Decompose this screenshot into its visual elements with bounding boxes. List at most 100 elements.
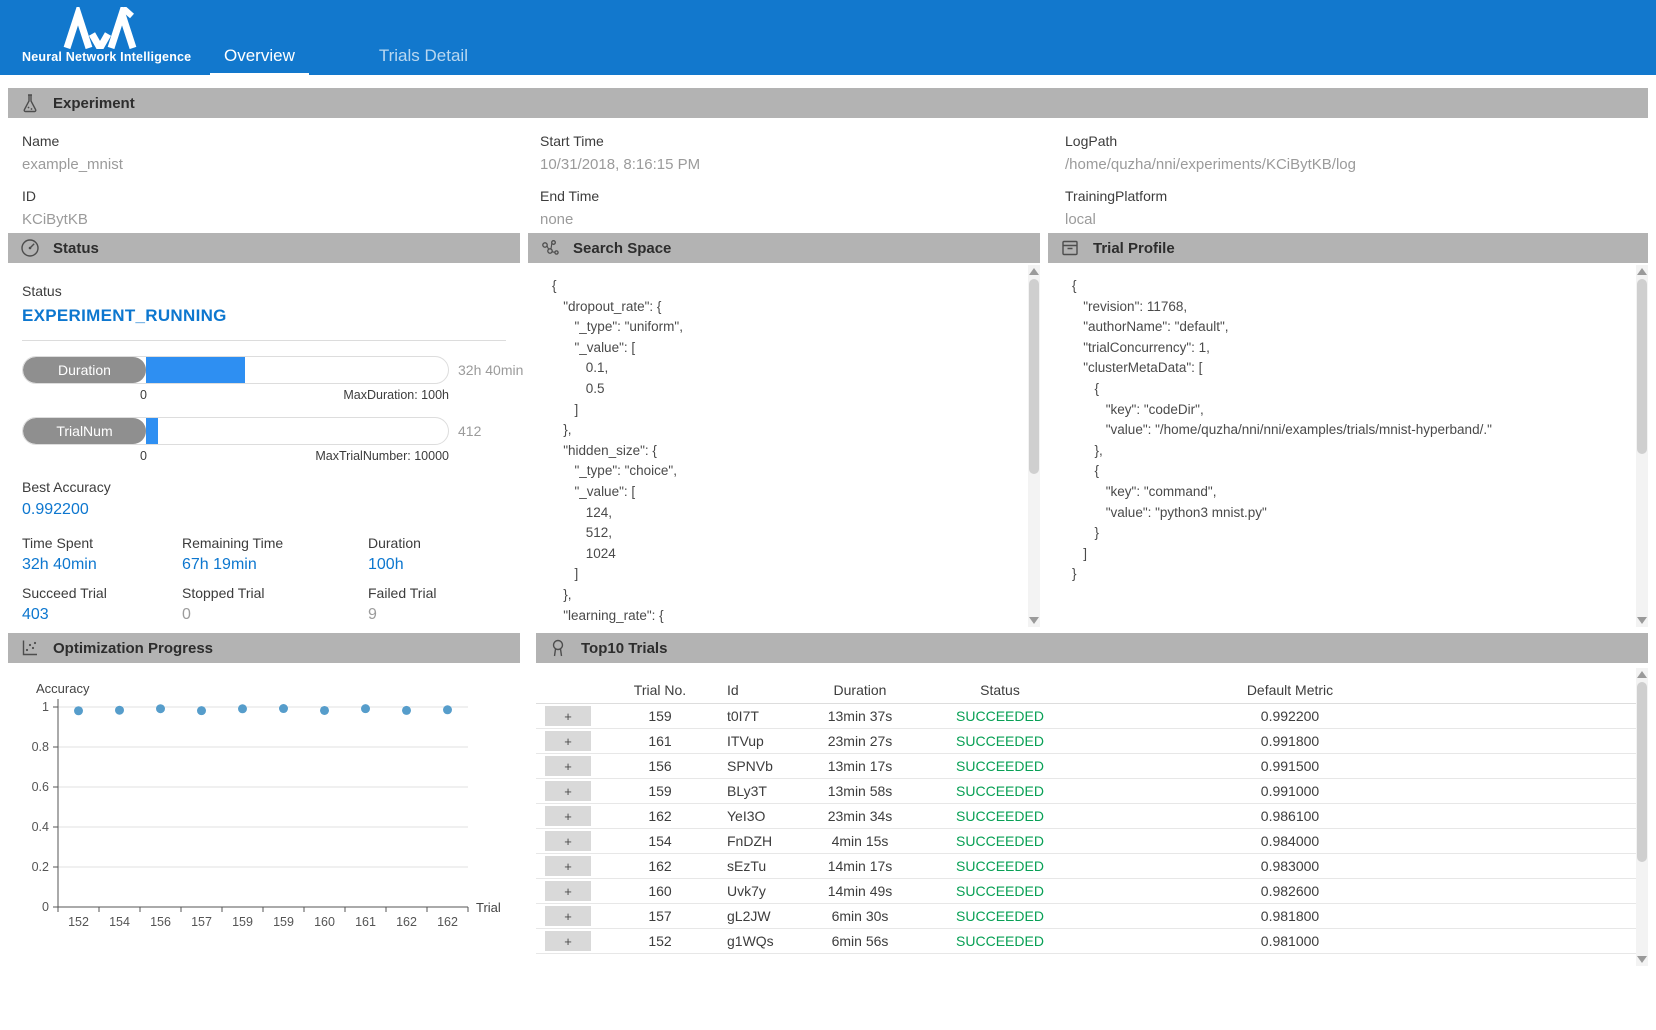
stat-label: Duration: [368, 535, 506, 551]
table-row: + 152 g1WQs 6min 56s SUCCEEDED 0.981000: [536, 929, 1636, 954]
scroll-up-arrow[interactable]: [1029, 268, 1039, 275]
cell-duration: 13min 17s: [800, 758, 920, 774]
cell-duration: 4min 15s: [800, 833, 920, 849]
tab-trials-detail[interactable]: Trials Detail: [365, 46, 482, 75]
tab-overview[interactable]: Overview: [210, 46, 309, 75]
expand-row-button[interactable]: +: [545, 906, 591, 926]
optimization-section-header: Optimization Progress: [8, 633, 520, 663]
top10-section-header: Top10 Trials: [536, 633, 1648, 663]
stat-label: Failed Trial: [368, 585, 506, 601]
expand-row-button[interactable]: +: [545, 731, 591, 751]
trial-profile-section-header: Trial Profile: [1048, 233, 1648, 263]
data-point[interactable]: [402, 706, 411, 715]
expand-row-button[interactable]: +: [545, 781, 591, 801]
status-panel: Status EXPERIMENT_RUNNING Duration 32h 4…: [8, 263, 520, 630]
data-point[interactable]: [361, 704, 370, 713]
progress-bar: Duration: [22, 356, 449, 384]
progress-bar-scale: 0 MaxDuration: 100h: [22, 388, 449, 402]
scrollbar-thumb[interactable]: [1637, 279, 1647, 454]
cell-trial-no: 162: [600, 808, 720, 824]
expand-row-button[interactable]: +: [545, 806, 591, 826]
expand-cell: +: [536, 906, 600, 926]
best-accuracy-value: 0.992200: [22, 501, 506, 519]
experiment-info: Name example_mnistID KCiBytKBStart Time …: [8, 118, 1648, 231]
field-value: none: [540, 211, 1065, 228]
scrollbar-thumb[interactable]: [1029, 279, 1039, 474]
table-row: + 161 ITVup 23min 27s SUCCEEDED 0.991800: [536, 729, 1636, 754]
cell-id: sEzTu: [720, 858, 800, 874]
col-status: Status: [920, 682, 1080, 698]
stat-value: 32h 40min: [22, 556, 182, 574]
search-space-scrollbar[interactable]: [1028, 265, 1040, 627]
code-line: "_type": "uniform",: [552, 317, 1026, 338]
field-label: Name: [22, 133, 540, 149]
scatter-chart-icon: [20, 638, 40, 658]
scroll-up-arrow[interactable]: [1637, 268, 1647, 275]
cell-trial-no: 162: [600, 858, 720, 874]
stat-time-spent: Time Spent 32h 40min: [22, 535, 182, 574]
cell-status: SUCCEEDED: [920, 933, 1080, 949]
data-point[interactable]: [238, 704, 247, 713]
experiment-status-value: EXPERIMENT_RUNNING: [22, 306, 506, 326]
top-navigation-bar: Neural Network Intelligence OverviewTria…: [0, 0, 1656, 75]
expand-row-button[interactable]: +: [545, 931, 591, 951]
cell-trial-no: 161: [600, 733, 720, 749]
progress-bars: Duration 32h 40min 0 MaxDuration: 100h T…: [22, 356, 506, 463]
data-point[interactable]: [279, 704, 288, 713]
cell-duration: 23min 27s: [800, 733, 920, 749]
data-point[interactable]: [115, 706, 124, 715]
status-field-label: Status: [22, 283, 506, 299]
expand-row-button[interactable]: +: [545, 831, 591, 851]
trial-profile-scrollbar[interactable]: [1636, 265, 1648, 627]
scroll-down-arrow[interactable]: [1637, 956, 1647, 963]
search-space-json: { "dropout_rate": { "_type": "uniform", …: [528, 263, 1026, 630]
expand-cell: +: [536, 731, 600, 751]
expand-row-button[interactable]: +: [545, 706, 591, 726]
data-point[interactable]: [74, 706, 83, 715]
x-tick-label: 159: [232, 915, 253, 929]
code-line: }: [1072, 564, 1634, 585]
expand-row-button[interactable]: +: [545, 756, 591, 776]
scrollbar-thumb[interactable]: [1637, 682, 1647, 862]
data-point[interactable]: [156, 704, 165, 713]
status-title: Status: [53, 240, 99, 257]
code-line: {: [552, 276, 1026, 297]
cell-duration: 6min 56s: [800, 933, 920, 949]
code-line: "_value": [: [552, 338, 1026, 359]
code-line: 0.1,: [552, 358, 1026, 379]
stat-label: Succeed Trial: [22, 585, 182, 601]
stat-remaining-time: Remaining Time 67h 19min: [182, 535, 368, 574]
scroll-down-arrow[interactable]: [1637, 617, 1647, 624]
expand-row-button[interactable]: +: [545, 881, 591, 901]
stat-succeed-trial: Succeed Trial 403: [22, 585, 182, 624]
data-point[interactable]: [443, 705, 452, 714]
trial-profile-json: { "revision": 11768, "authorName": "defa…: [1048, 263, 1634, 630]
table-row: + 162 sEzTu 14min 17s SUCCEEDED 0.983000: [536, 854, 1636, 879]
experiment-column: LogPath /home/quzha/nni/experiments/KCiB…: [1065, 118, 1648, 231]
expand-cell: +: [536, 856, 600, 876]
code-line: },: [1072, 441, 1634, 462]
stat-value: 9: [368, 606, 506, 624]
scroll-up-arrow[interactable]: [1637, 671, 1647, 678]
data-point[interactable]: [320, 706, 329, 715]
search-space-section-header: Search Space: [528, 233, 1040, 263]
expand-row-button[interactable]: +: [545, 856, 591, 876]
progress-bar-value: 32h 40min: [458, 362, 523, 378]
cell-default-metric: 0.986100: [1080, 808, 1500, 824]
table-row: + 162 YeI3O 23min 34s SUCCEEDED 0.986100: [536, 804, 1636, 829]
y-tick-label: 1: [42, 700, 49, 714]
scroll-down-arrow[interactable]: [1029, 617, 1039, 624]
col-duration: Duration: [800, 682, 920, 698]
data-point[interactable]: [197, 706, 206, 715]
stat-value: 100h: [368, 556, 506, 574]
cell-trial-no: 152: [600, 933, 720, 949]
experiment-column: Start Time 10/31/2018, 8:16:15 PMEnd Tim…: [540, 118, 1065, 231]
x-tick-label: 156: [150, 915, 171, 929]
code-line: "value": "/home/quzha/nni/nni/examples/t…: [1072, 420, 1634, 441]
y-tick-label: 0.6: [32, 780, 49, 794]
progress-bar-label: TrialNum: [23, 418, 146, 444]
page-scrollbar[interactable]: [1636, 668, 1648, 966]
code-line: 1024: [552, 544, 1026, 565]
cell-status: SUCCEEDED: [920, 758, 1080, 774]
progress-bar: TrialNum: [22, 417, 449, 445]
